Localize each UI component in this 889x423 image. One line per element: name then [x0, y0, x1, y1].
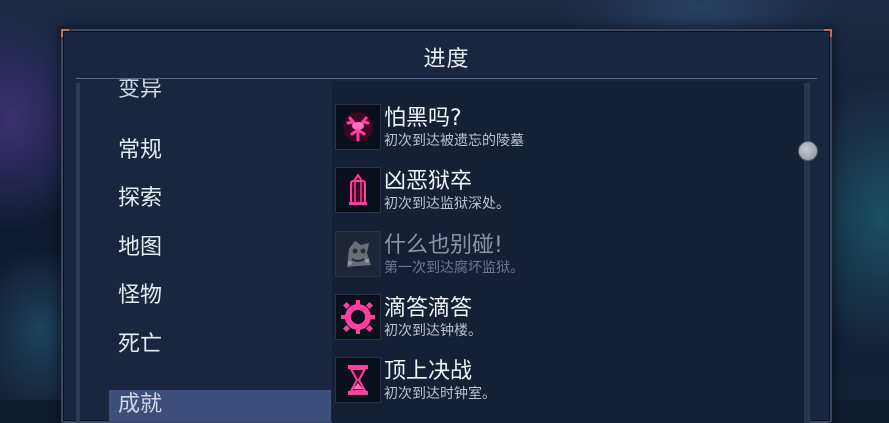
achievement-item[interactable]: 怕黑吗? 初次到达被遗忘的陵墓	[331, 100, 801, 158]
scrollbar-thumb[interactable]	[798, 141, 818, 161]
tree-icon	[335, 104, 381, 150]
achievement-item[interactable]: 滴答滴答 初次到达钟楼。	[331, 290, 801, 348]
category-monsters[interactable]: 怪物	[118, 283, 162, 309]
hourglass-icon	[335, 357, 381, 403]
achievement-item[interactable]: 凶恶狱卒 初次到达监狱深处。	[331, 163, 801, 221]
category-exploration[interactable]: 探索	[118, 186, 162, 212]
achievement-name: 怕黑吗?	[384, 106, 462, 131]
achievement-description: 初次到达钟楼。	[384, 323, 482, 339]
category-achievements[interactable]: 成就	[118, 392, 162, 418]
category-deaths[interactable]: 死亡	[118, 332, 162, 358]
achievement-name: 顶上决战	[384, 359, 473, 384]
lantern-icon	[335, 167, 381, 213]
category-mutations[interactable]: 变异	[118, 79, 162, 103]
achievement-description: 初次到达时钟室。	[384, 386, 496, 402]
rotten-creature-icon	[335, 231, 381, 277]
panel-title: 进度	[423, 47, 470, 72]
achievement-description: 初次到达监狱深处。	[384, 196, 510, 212]
achievement-description: 第一次到达腐坏监狱。	[384, 260, 524, 276]
achievement-item[interactable]: 顶上决战 初次到达时钟室。	[331, 353, 801, 411]
category-list: 变异 常规 探索 地图 怪物 死亡 成就	[63, 79, 331, 421]
category-map[interactable]: 地图	[118, 235, 162, 261]
category-general[interactable]: 常规	[118, 138, 162, 164]
achievement-description: 初次到达被遗忘的陵墓	[384, 133, 524, 149]
achievement-name: 滴答滴答	[384, 296, 473, 321]
achievement-name: 什么也别碰!	[384, 233, 503, 258]
achievement-scrollbar-track[interactable]	[804, 83, 810, 423]
achievement-item[interactable]: 什么也别碰! 第一次到达腐坏监狱。	[331, 227, 801, 285]
gear-icon	[335, 294, 381, 340]
achievement-name: 凶恶狱卒	[384, 169, 473, 194]
